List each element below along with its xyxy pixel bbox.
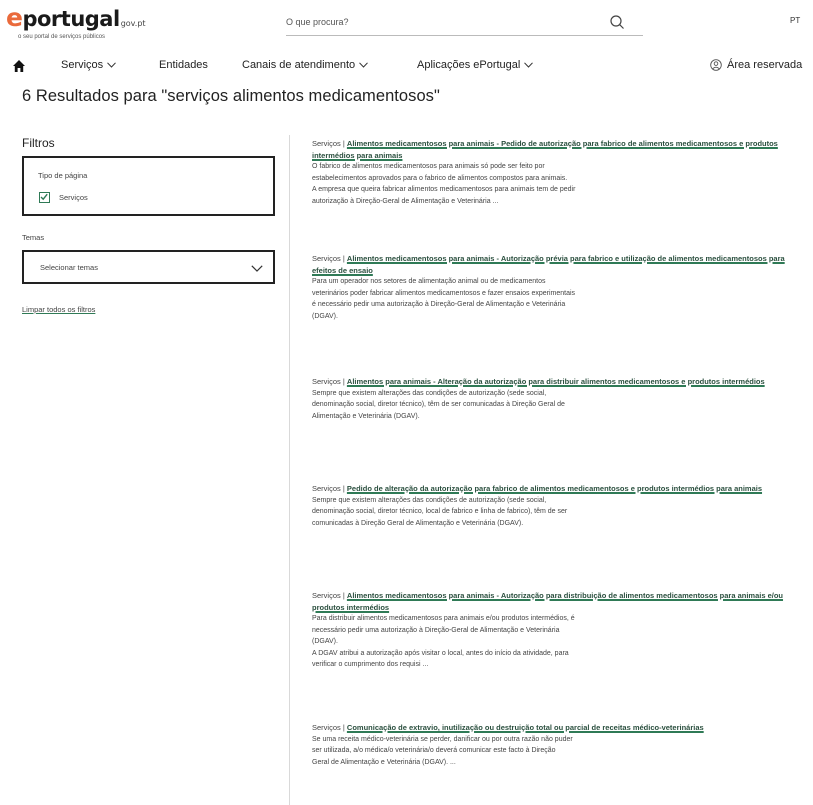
filters-title: Filtros	[22, 136, 55, 150]
chevron-down-icon	[107, 62, 117, 68]
result-separator: |	[342, 591, 345, 600]
result-description: Se uma receita médico-veterinária se per…	[312, 735, 573, 766]
themes-select[interactable]: Selecionar temas	[22, 250, 275, 284]
result-category: Serviços	[312, 484, 341, 493]
home-icon[interactable]	[12, 59, 26, 73]
result-link[interactable]: Comunicação de extravio, inutilização ou…	[347, 723, 704, 732]
result-separator: |	[342, 484, 345, 493]
result-item: Serviços | Alimentos para animais - Alte…	[312, 376, 808, 422]
nav-item-label: Entidades	[159, 59, 208, 71]
result-link[interactable]: Alimentos medicamentosos para animais - …	[312, 139, 778, 160]
page-type-label: Tipo de página	[38, 171, 88, 180]
result-separator: |	[342, 723, 345, 732]
result-title-line: Serviços | Alimentos medicamentosos para…	[312, 253, 808, 276]
main-nav: Serviços Entidades Canais de atendimento…	[0, 55, 813, 77]
themes-select-value: Selecionar temas	[40, 263, 98, 272]
eportugal-logo[interactable]: e portugal gov.pt o seu portal de serviços…	[6, 3, 146, 40]
nav-item-label: Aplicações ePortugal	[417, 59, 521, 71]
nav-item-label: Serviços	[61, 59, 104, 71]
servicos-checkbox-label[interactable]: Serviços	[59, 193, 88, 202]
result-category: Serviços	[312, 254, 341, 263]
result-category: Serviços	[312, 723, 341, 732]
result-item: Serviços | Alimentos medicamentosos para…	[312, 138, 808, 207]
user-icon	[710, 59, 722, 71]
result-link[interactable]: Alimentos medicamentosos para animais - …	[312, 591, 783, 612]
result-category: Serviços	[312, 139, 341, 148]
chevron-down-icon	[251, 265, 263, 272]
nav-item-label: Canais de atendimento	[242, 59, 356, 71]
result-separator: |	[342, 254, 345, 263]
nav-item-aplicacoes[interactable]: Aplicações ePortugal	[417, 59, 534, 71]
search-bar	[286, 11, 643, 36]
search-icon[interactable]	[609, 14, 625, 30]
logo-e-letter: e	[6, 3, 23, 32]
page-type-filter: Tipo de página Serviços	[22, 156, 275, 216]
clear-filters-link[interactable]: Limpar todos os filtros	[22, 305, 95, 314]
nav-item-servicos[interactable]: Serviços	[61, 59, 117, 71]
results-heading: 6 Resultados para "serviços alimentos me…	[22, 87, 440, 105]
themes-label: Temas	[22, 233, 45, 242]
result-title-line: Serviços | Alimentos medicamentosos para…	[312, 590, 808, 613]
checkmark-icon	[40, 193, 48, 201]
result-item: Serviços | Comunicação de extravio, inut…	[312, 722, 808, 768]
reserved-area-link[interactable]: Área reservada	[710, 59, 802, 71]
logo-wordmark: e portugal gov.pt	[6, 3, 146, 36]
result-item: Serviços | Pedido de alteração da autori…	[312, 483, 808, 529]
chevron-down-icon	[359, 62, 369, 68]
result-title-line: Serviços | Pedido de alteração da autori…	[312, 483, 808, 495]
logo-text: portugal	[22, 7, 120, 31]
result-item: Serviços | Alimentos medicamentosos para…	[312, 590, 808, 671]
vertical-divider	[289, 135, 290, 805]
servicos-checkbox[interactable]	[39, 192, 50, 203]
result-link[interactable]: Alimentos medicamentosos para animais - …	[312, 254, 785, 275]
result-title-line: Serviços | Alimentos para animais - Alte…	[312, 376, 808, 388]
result-description: Para um operador nos setores de alimenta…	[312, 278, 576, 320]
result-link[interactable]: Pedido de alteração da autorização para …	[347, 484, 762, 493]
result-item: Serviços | Alimentos medicamentosos para…	[312, 253, 808, 322]
nav-item-canais[interactable]: Canais de atendimento	[242, 59, 369, 71]
search-input[interactable]	[286, 14, 586, 30]
result-category: Serviços	[312, 591, 341, 600]
reserved-area-label: Área reservada	[727, 59, 803, 71]
result-link[interactable]: Alimentos para animais - Alteração da au…	[347, 377, 765, 386]
nav-item-entidades[interactable]: Entidades	[159, 59, 208, 71]
result-title-line: Serviços | Comunicação de extravio, inut…	[312, 722, 808, 734]
result-description: Para distribuir alimentos medicamentosos…	[312, 615, 575, 668]
result-description: Sempre que existem alterações das condiç…	[312, 389, 565, 420]
result-description: Sempre que existem alterações das condiç…	[312, 496, 568, 527]
result-title-line: Serviços | Alimentos medicamentosos para…	[312, 138, 808, 161]
result-category: Serviços	[312, 377, 341, 386]
result-separator: |	[342, 139, 345, 148]
language-selector[interactable]: PT	[790, 16, 800, 25]
result-separator: |	[342, 377, 345, 386]
chevron-down-icon	[524, 62, 534, 68]
logo-suffix: gov.pt	[120, 19, 146, 28]
result-description: O fabrico de alimentos medicamentosos pa…	[312, 163, 576, 205]
